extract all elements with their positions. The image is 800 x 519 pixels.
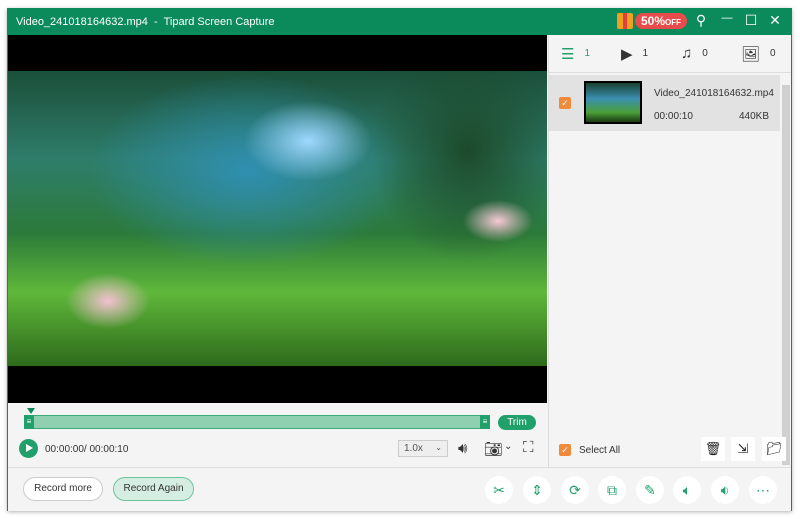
file-duration: 00:00:10 <box>654 111 693 122</box>
gift-icon <box>616 13 633 29</box>
more-icon[interactable]: ⋯ <box>749 476 777 504</box>
scrollbar[interactable] <box>782 85 790 465</box>
camera-icon[interactable]: 📷︎ <box>484 440 503 458</box>
chevron-down-icon[interactable]: ⌄ <box>504 441 512 452</box>
title-bar: Video_241018164632.mp4 - Tipard Screen C… <box>8 9 791 35</box>
image-icon: 🖼︎ <box>741 45 761 63</box>
tab-image[interactable]: 🖼︎ 0 <box>741 45 789 63</box>
promo-off: OFF <box>665 18 681 27</box>
speed-value: 1.0x <box>404 443 423 454</box>
edit-metadata-icon[interactable]: ✎ <box>636 476 664 504</box>
convert-icon[interactable]: ⟳ <box>561 476 589 504</box>
tab-all[interactable]: ☰ 1 <box>561 45 609 63</box>
promo-percent: 50% <box>640 14 665 28</box>
list-icon: ☰ <box>561 45 575 63</box>
trim-end-handle[interactable]: ≡ <box>480 415 490 429</box>
tab-audio[interactable]: ♫ 0 <box>681 45 729 62</box>
video-frame <box>8 71 547 366</box>
tab-count: 1 <box>642 48 649 59</box>
promo-badge[interactable]: 50%OFF <box>616 13 687 29</box>
open-folder-button[interactable]: 📁︎ <box>762 437 786 461</box>
record-again-button[interactable]: Record Again <box>113 477 194 501</box>
trim-button[interactable]: Trim <box>498 415 536 430</box>
file-panel: ☰ 1 ▶ 1 ♫ 0 🖼︎ 0 ✓ Video_241018164632.mp4 00… <box>548 35 791 467</box>
compress-icon[interactable]: ⇕ <box>523 476 551 504</box>
minimize-button[interactable]: — <box>717 12 737 24</box>
app-window: Video_241018164632.mp4 - Tipard Screen C… <box>7 8 792 511</box>
volume-boost-icon[interactable]: 🔈︎ <box>673 476 701 504</box>
tab-video[interactable]: ▶ 1 <box>621 45 669 63</box>
time-display: 00:00:00/ 00:00:10 <box>45 444 129 455</box>
tab-count: 0 <box>702 48 708 59</box>
merge-icon[interactable]: ⧉ <box>598 476 626 504</box>
file-name: Video_241018164632.mp4 <box>654 88 774 99</box>
file-size: 440KB <box>738 111 769 122</box>
select-all-label: Select All <box>579 444 621 456</box>
fullscreen-icon[interactable]: ⛶ <box>523 439 534 456</box>
delete-button[interactable]: 🗑︎ <box>701 437 725 461</box>
file-thumbnail <box>584 81 642 124</box>
window-title: Video_241018164632.mp4 - Tipard Screen C… <box>16 16 275 28</box>
video-icon: ▶ <box>621 45 633 63</box>
audio-add-icon[interactable]: 🔉︎ <box>711 476 739 504</box>
playhead[interactable] <box>27 408 35 414</box>
maximize-button[interactable]: ☐ <box>741 12 761 29</box>
media-tabs: ☰ 1 ▶ 1 ♫ 0 🖼︎ 0 <box>549 35 791 73</box>
export-button[interactable]: ⇲ <box>731 437 755 461</box>
timeline-track[interactable]: ≡ ≡ <box>24 415 490 429</box>
trim-start-handle[interactable]: ≡ <box>24 415 34 429</box>
file-list-item[interactable]: ✓ Video_241018164632.mp4 00:00:10 440KB <box>549 75 780 131</box>
speed-select[interactable]: 1.0x ⌄ <box>398 440 448 457</box>
video-preview[interactable] <box>8 35 547 403</box>
play-button[interactable] <box>19 439 38 458</box>
volume-icon[interactable]: 🔊︎ <box>458 440 467 457</box>
bottom-toolbar: Record more Record Again ✂ ⇕ ⟳ ⧉ ✎ 🔈︎ 🔉︎… <box>8 467 791 511</box>
pin-icon[interactable]: ⚲ <box>691 12 711 29</box>
file-checkbox[interactable]: ✓ <box>559 97 571 109</box>
cut-icon[interactable]: ✂ <box>485 476 513 504</box>
record-more-button[interactable]: Record more <box>23 477 103 501</box>
select-all-checkbox[interactable]: ✓ <box>559 444 571 456</box>
select-all[interactable]: ✓ Select All <box>559 444 620 456</box>
chevron-down-icon: ⌄ <box>435 443 442 452</box>
tab-count: 1 <box>584 48 591 59</box>
tab-count: 0 <box>770 48 776 59</box>
close-button[interactable]: ✕ <box>765 12 785 29</box>
music-icon: ♫ <box>681 45 693 62</box>
